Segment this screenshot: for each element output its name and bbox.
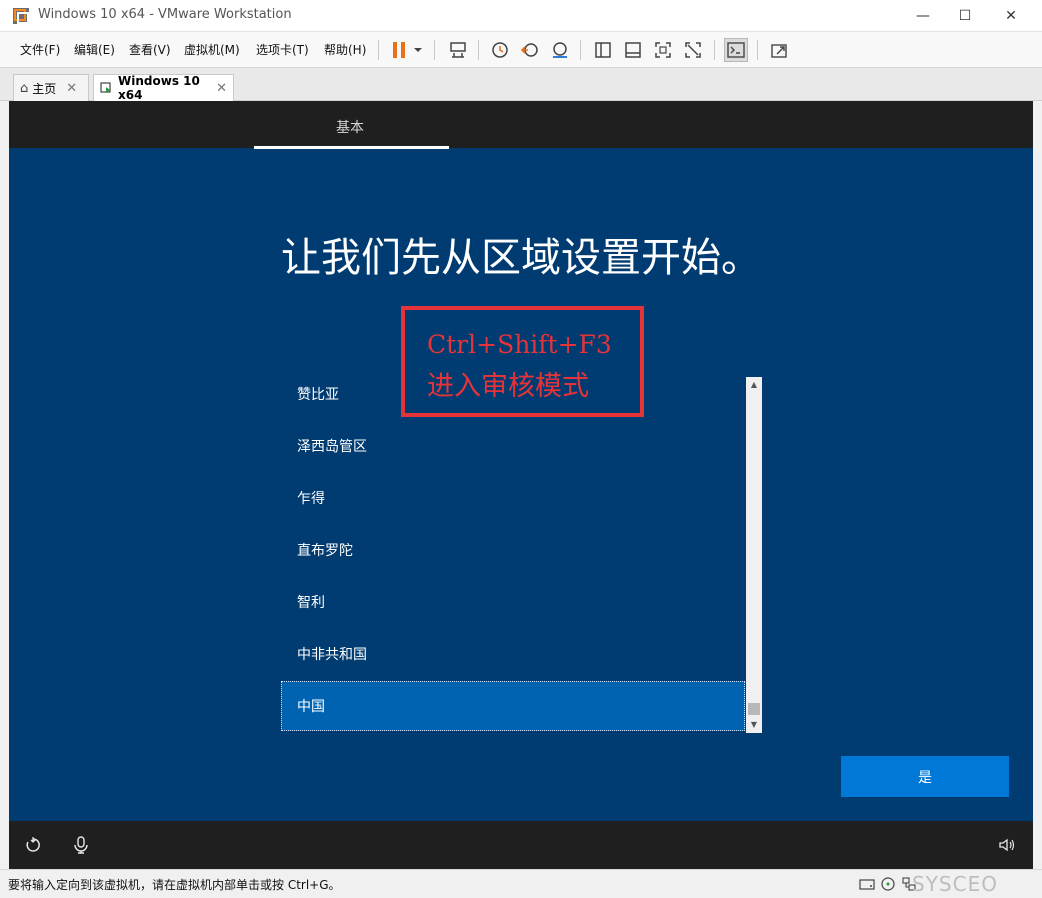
region-list[interactable]: 赞比亚 泽西岛管区 乍得 直布罗陀 智利 中非共和国 中国 ▲ ▼ xyxy=(281,369,762,733)
toolbar-separator xyxy=(580,40,581,60)
list-item[interactable]: 直布罗陀 xyxy=(281,525,745,575)
watermark-logo: SYSCEO xyxy=(912,872,998,896)
scroll-up-icon[interactable]: ▲ xyxy=(746,377,762,391)
menu-view[interactable]: 查看(V) xyxy=(129,41,171,58)
revert-snapshot-icon[interactable] xyxy=(518,38,542,62)
yes-button[interactable]: 是 xyxy=(841,756,1009,797)
list-item[interactable]: 泽西岛管区 xyxy=(281,421,745,471)
window-title: Windows 10 x64 - VMware Workstation xyxy=(38,7,292,22)
tab-home[interactable]: ⌂ 主页 ✕ xyxy=(13,74,89,101)
snapshot-manager-icon[interactable] xyxy=(548,38,572,62)
close-tab-icon[interactable]: ✕ xyxy=(66,81,77,96)
scroll-thumb[interactable] xyxy=(748,703,760,715)
status-bar: 要将输入定向到该虚拟机，请在虚拟机内部单击或按 Ctrl+G。 SYSCEO xyxy=(0,869,1042,898)
toolbar-separator xyxy=(478,40,479,60)
menu-help[interactable]: 帮助(H) xyxy=(324,41,366,58)
status-message: 要将输入定向到该虚拟机，请在虚拟机内部单击或按 Ctrl+G。 xyxy=(8,878,341,892)
menu-vm[interactable]: 虚拟机(M) xyxy=(184,41,240,58)
unity-icon[interactable] xyxy=(681,38,705,62)
title-bar: Windows 10 x64 - VMware Workstation — ☐ … xyxy=(0,0,1042,32)
volume-icon[interactable] xyxy=(997,835,1017,855)
toolbar-separator xyxy=(434,40,435,60)
library-view-icon[interactable] xyxy=(591,38,615,62)
page-title: 让我们先从区域设置开始。 xyxy=(281,235,761,281)
list-item-selected[interactable]: 中国 xyxy=(281,681,745,731)
toolbar-separator xyxy=(714,40,715,60)
vm-display[interactable]: 基本 让我们先从区域设置开始。 赞比亚 泽西岛管区 乍得 直布罗陀 智利 中非共… xyxy=(9,101,1033,869)
oobe-step-bar: 基本 xyxy=(9,101,1033,149)
thumbnail-view-icon[interactable] xyxy=(621,38,645,62)
menu-toolbar: 文件(F) 编辑(E) 查看(V) 虚拟机(M) 选项卡(T) 帮助(H) xyxy=(0,32,1042,68)
scrollbar[interactable]: ▲ ▼ xyxy=(746,377,762,733)
tab-label: Windows 10 x64 xyxy=(118,74,200,102)
tab-strip: ⌂ 主页 ✕ Windows 10 x64 ✕ xyxy=(0,68,1042,102)
close-button[interactable]: ✕ xyxy=(988,0,1034,32)
close-tab-icon[interactable]: ✕ xyxy=(216,81,227,96)
send-ctrl-alt-del-icon[interactable] xyxy=(446,38,470,62)
list-item[interactable]: 乍得 xyxy=(281,473,745,523)
list-item[interactable]: 智利 xyxy=(281,577,745,627)
minimize-button[interactable]: — xyxy=(900,0,946,32)
menu-file[interactable]: 文件(F) xyxy=(20,41,60,58)
vmware-logo-icon xyxy=(12,7,30,25)
oobe-step-indicator xyxy=(254,146,449,149)
menu-edit[interactable]: 编辑(E) xyxy=(74,41,115,58)
pause-icon[interactable] xyxy=(387,38,411,62)
toolbar-separator xyxy=(378,40,379,60)
menu-tabs[interactable]: 选项卡(T) xyxy=(256,41,309,58)
accessibility-icon[interactable] xyxy=(23,835,43,855)
dropdown-icon[interactable] xyxy=(410,38,426,62)
microphone-icon[interactable] xyxy=(71,835,91,855)
tab-windows-10-x64[interactable]: Windows 10 x64 ✕ xyxy=(93,74,234,102)
hard-disk-icon[interactable] xyxy=(859,876,875,892)
stretch-icon[interactable] xyxy=(767,38,791,62)
snapshot-icon[interactable] xyxy=(488,38,512,62)
vm-icon xyxy=(100,81,113,95)
fullscreen-icon[interactable] xyxy=(651,38,675,62)
cd-dvd-icon[interactable] xyxy=(880,876,896,892)
tab-label: 主页 xyxy=(32,81,57,96)
oobe-bottom-bar xyxy=(9,821,1033,869)
scroll-down-icon[interactable]: ▼ xyxy=(746,717,762,731)
oobe-step-label: 基本 xyxy=(336,120,364,136)
annotation-description-text: 进入审核模式 xyxy=(427,371,589,402)
annotation-hotkey-text: Ctrl+Shift+F3 xyxy=(427,330,612,359)
toolbar-separator xyxy=(757,40,758,60)
console-icon[interactable] xyxy=(724,38,748,62)
list-item[interactable]: 中非共和国 xyxy=(281,629,745,679)
maximize-button[interactable]: ☐ xyxy=(942,0,988,32)
home-icon: ⌂ xyxy=(20,80,29,96)
